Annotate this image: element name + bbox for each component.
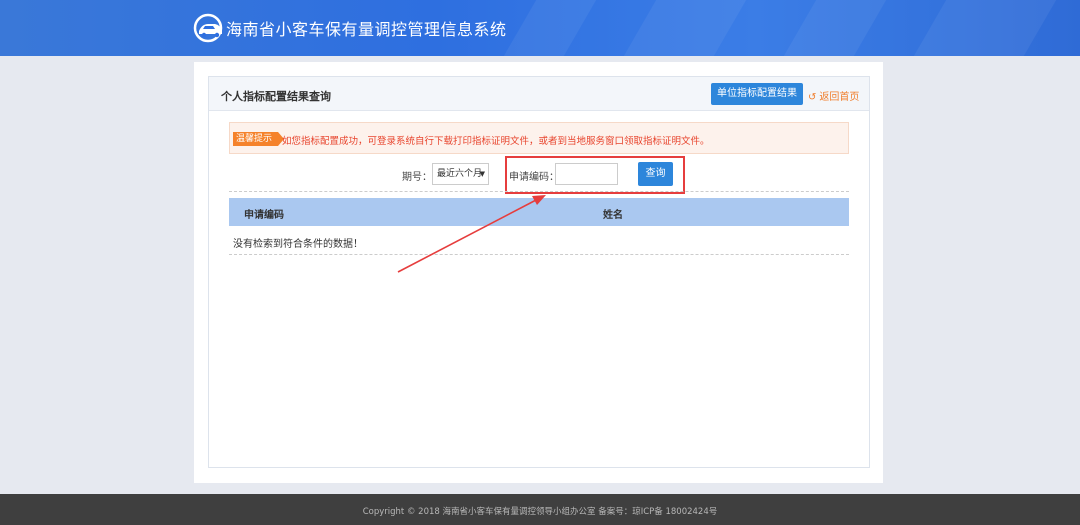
header-decor: [623, 0, 747, 56]
notice-banner: 温馨提示 如您指标配置成功，可登录系统自行下载打印指标证明文件，或者到当地服务窗…: [229, 122, 849, 154]
divider: [229, 254, 849, 255]
app-title: 海南省小客车保有量调控管理信息系统: [226, 20, 507, 39]
return-icon: ↺: [808, 92, 817, 103]
back-home-label: 返回首页: [819, 92, 860, 103]
back-home-link[interactable]: ↺ 返回首页: [808, 88, 859, 103]
footer-text: Copyright © 2018 海南省小客车保有量调控领导小组办公室 备案号：…: [362, 507, 718, 517]
car-logo-icon: [193, 13, 223, 43]
period-selected-value: 最近六个月: [437, 169, 483, 179]
header-decor: [503, 0, 597, 56]
header-decor: [913, 0, 1057, 56]
top-header: 海南省小客车保有量调控管理信息系统: [0, 0, 1080, 56]
dropdown-arrow-icon: ▼: [479, 170, 485, 178]
empty-message: 没有检索到符合条件的数据！: [233, 239, 363, 250]
footer: Copyright © 2018 海南省小客车保有量调控领导小组办公室 备案号：…: [0, 494, 1080, 525]
panel-title: 个人指标配置结果查询: [221, 90, 331, 103]
unit-result-button[interactable]: 单位指标配置结果: [711, 83, 803, 105]
period-label: 期号：: [402, 172, 432, 183]
notice-text: 如您指标配置成功，可登录系统自行下载打印指标证明文件，或者到当地服务窗口领取指标…: [282, 136, 710, 147]
header-decor: [783, 0, 887, 56]
table-header: 申请编码 姓名: [229, 198, 849, 226]
panel-header: 个人指标配置结果查询 单位指标配置结果 ↺ 返回首页: [209, 77, 869, 111]
divider: [229, 191, 849, 192]
column-header-code: 申请编码: [244, 210, 284, 221]
period-select[interactable]: 最近六个月 ▼: [432, 163, 489, 185]
column-header-name: 姓名: [603, 210, 623, 221]
notice-tag: 温馨提示: [233, 132, 285, 146]
highlight-annotation-box: [505, 156, 685, 194]
